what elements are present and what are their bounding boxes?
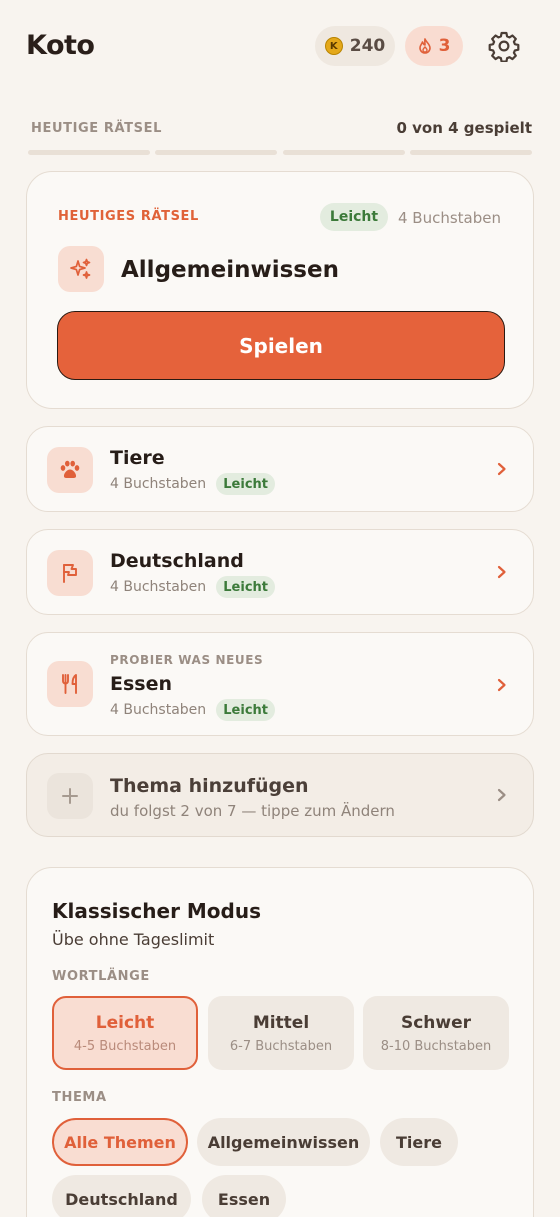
classic-title: Klassischer Modus bbox=[52, 899, 262, 923]
topic-meta: 4 Buchstaben Leicht bbox=[110, 699, 276, 721]
add-icon-tile bbox=[47, 773, 93, 819]
flame-icon bbox=[418, 38, 431, 54]
topic-card-essen[interactable]: PROBIER WAS NEUES Essen 4 Buchstaben Lei… bbox=[26, 632, 534, 736]
theme-chip-tiere[interactable]: Tiere bbox=[380, 1118, 458, 1166]
theme-label: THEMA bbox=[52, 1090, 107, 1105]
app-header: Koto K 240 3 bbox=[0, 0, 560, 92]
paw-icon bbox=[60, 460, 80, 479]
length-option-name: Mittel bbox=[252, 1012, 310, 1033]
topic-card-deutschland[interactable]: Deutschland 4 Buchstaben Leicht bbox=[26, 529, 534, 615]
length-option-name: Schwer bbox=[400, 1012, 472, 1033]
chevron-right-icon bbox=[497, 565, 506, 579]
topic-kicker: PROBIER WAS NEUES bbox=[110, 653, 264, 667]
play-button[interactable]: Spielen bbox=[57, 311, 505, 380]
progress-count: 0 von 4 gespielt bbox=[396, 119, 532, 137]
letter-count: 4 Buchstaben bbox=[110, 476, 207, 492]
chevron-right-icon bbox=[497, 462, 506, 476]
app-logo: Koto bbox=[26, 30, 95, 61]
topic-icon-tile bbox=[47, 550, 93, 596]
topic-icon-tile bbox=[47, 447, 93, 493]
topic-card-tiere[interactable]: Tiere 4 Buchstaben Leicht bbox=[26, 426, 534, 512]
streak-count: 3 bbox=[438, 36, 451, 56]
topic-icon-tile bbox=[47, 661, 93, 707]
length-option-name: Leicht bbox=[95, 1012, 155, 1033]
daily-kicker: HEUTIGES RÄTSEL bbox=[58, 209, 199, 224]
length-option-schwer[interactable]: Schwer 8-10 Buchstaben bbox=[363, 996, 509, 1070]
daily-title: Allgemeinwissen bbox=[121, 257, 339, 283]
length-option-leicht[interactable]: Leicht 4-5 Buchstaben bbox=[52, 996, 198, 1070]
progress-segment bbox=[155, 150, 277, 155]
cutlery-icon bbox=[62, 674, 77, 694]
difficulty-badge: Leicht bbox=[216, 699, 276, 721]
add-topic-card[interactable]: Thema hinzufügen du folgst 2 von 7 — tip… bbox=[26, 753, 534, 837]
gear-icon[interactable] bbox=[488, 30, 520, 62]
topic-name: Essen bbox=[110, 673, 173, 695]
length-option-mittel[interactable]: Mittel 6-7 Buchstaben bbox=[208, 996, 354, 1070]
topic-name: Tiere bbox=[110, 447, 165, 469]
progress-segment bbox=[28, 150, 150, 155]
topic-name: Deutschland bbox=[110, 550, 244, 572]
difficulty-badge: Leicht bbox=[216, 473, 276, 495]
length-option-range: 4-5 Buchstaben bbox=[73, 1038, 177, 1054]
daily-puzzle-card: HEUTIGES RÄTSEL Leicht 4 Buchstaben Allg… bbox=[26, 171, 534, 409]
letter-count: 4 Buchstaben bbox=[110, 702, 207, 718]
letter-count: 4 Buchstaben bbox=[110, 579, 207, 595]
theme-chip-allgemeinwissen[interactable]: Allgemeinwissen bbox=[197, 1118, 370, 1166]
theme-chip-alle-themen[interactable]: Alle Themen bbox=[52, 1118, 188, 1166]
theme-chip-essen[interactable]: Essen bbox=[202, 1175, 286, 1217]
theme-chip-deutschland[interactable]: Deutschland bbox=[52, 1175, 191, 1217]
difficulty-badge: Leicht bbox=[216, 576, 276, 598]
length-option-range: 8-10 Buchstaben bbox=[380, 1038, 492, 1054]
topic-icon-tile bbox=[58, 246, 104, 292]
chevron-right-icon bbox=[497, 788, 506, 802]
topic-meta: 4 Buchstaben Leicht bbox=[110, 576, 276, 598]
topic-meta: 4 Buchstaben Leicht bbox=[110, 473, 276, 495]
letter-count: 4 Buchstaben bbox=[398, 209, 502, 227]
progress-label: HEUTIGE RÄTSEL bbox=[31, 121, 162, 136]
flag-icon bbox=[63, 564, 77, 583]
streak-counter[interactable]: 3 bbox=[405, 26, 463, 66]
classic-subtitle: Übe ohne Tageslimit bbox=[52, 930, 215, 949]
coin-count: 240 bbox=[349, 36, 386, 56]
progress-segment bbox=[410, 150, 532, 155]
coin-balance[interactable]: K 240 bbox=[315, 26, 395, 66]
chevron-right-icon bbox=[497, 678, 506, 692]
plus-icon bbox=[62, 788, 78, 804]
word-length-label: WORTLÄNGE bbox=[52, 969, 150, 984]
length-option-range: 6-7 Buchstaben bbox=[229, 1038, 333, 1054]
progress-segment bbox=[283, 150, 405, 155]
coin-icon: K bbox=[324, 37, 343, 55]
difficulty-badge: Leicht bbox=[320, 203, 388, 231]
classic-mode-card: Klassischer Modus Übe ohne Tageslimit WO… bbox=[26, 867, 534, 1217]
add-topic-title: Thema hinzufügen bbox=[110, 775, 309, 797]
add-topic-subtitle: du folgst 2 von 7 — tippe zum Ändern bbox=[110, 802, 395, 820]
sparkles-icon bbox=[70, 258, 91, 279]
